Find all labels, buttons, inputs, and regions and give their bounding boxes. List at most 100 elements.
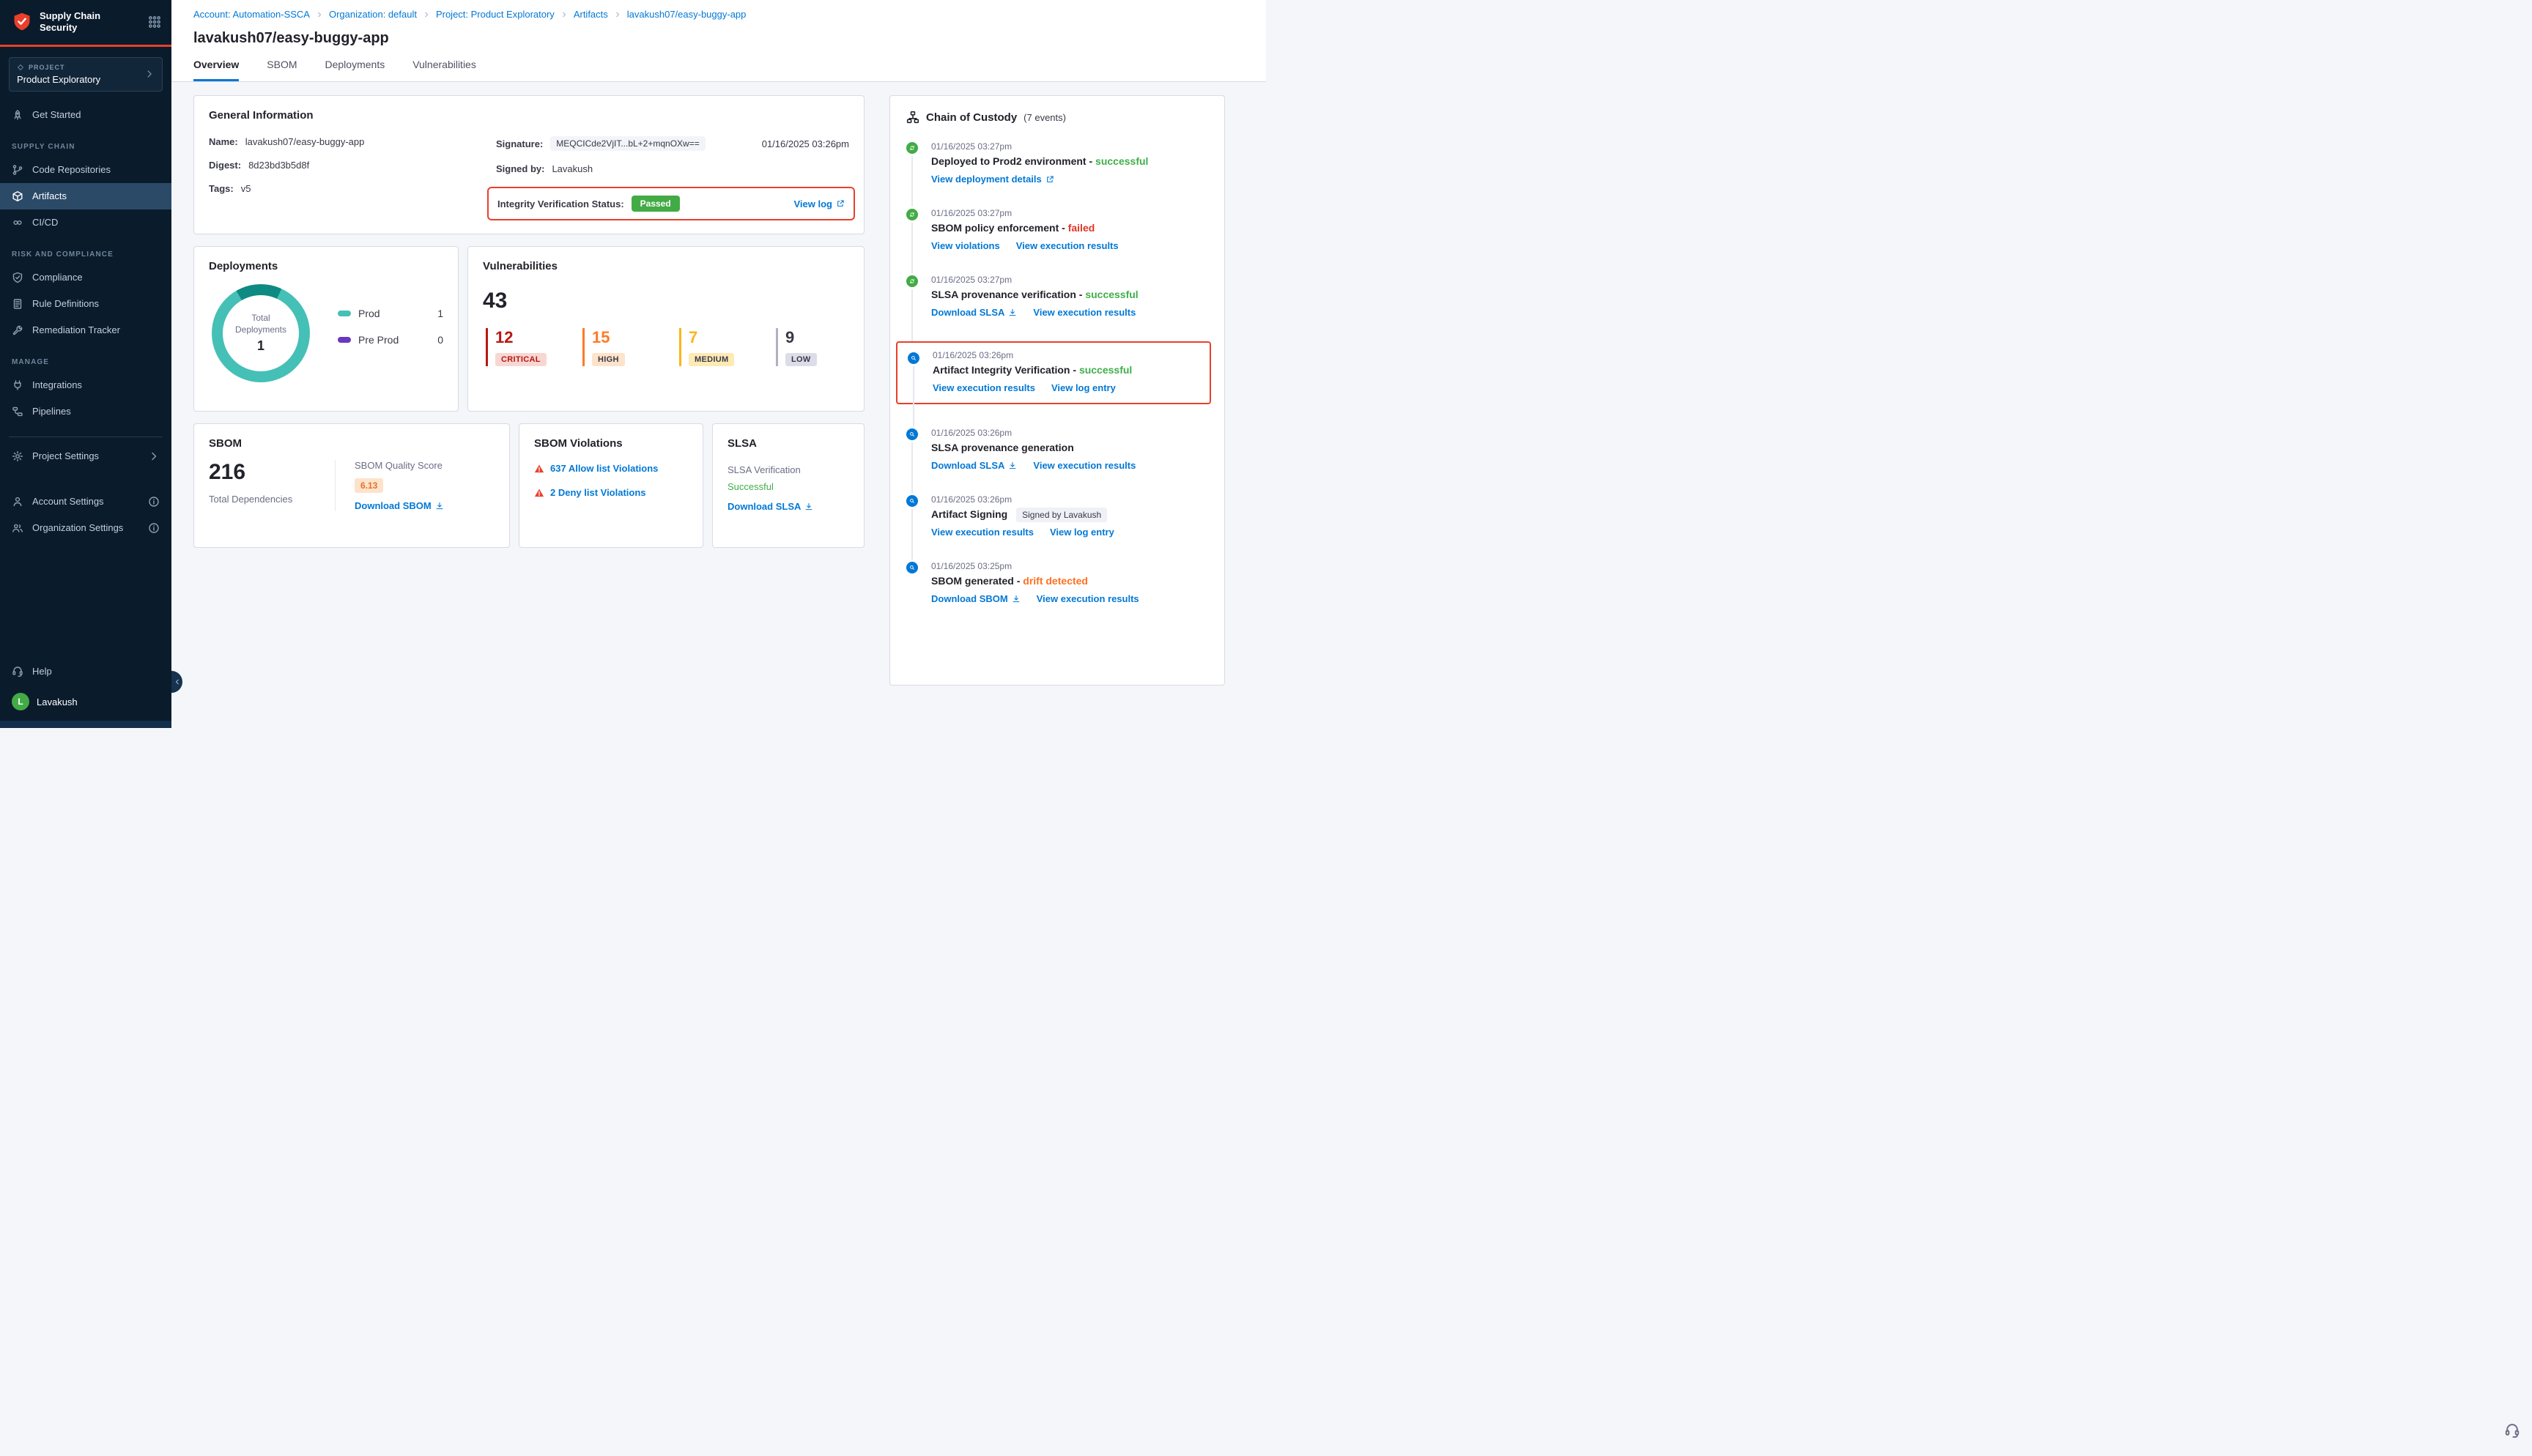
tab-sbom[interactable]: SBOM (267, 59, 297, 81)
download-slsa-link[interactable]: Download SLSA (931, 307, 1017, 318)
custody-event-deployed: 01/16/2025 03:27pm Deployed to Prod2 env… (906, 141, 1208, 185)
event-status: drift detected (1023, 575, 1088, 587)
project-selector[interactable]: PROJECT Product Exploratory (9, 57, 163, 92)
sidebar-item-label: Organization Settings (32, 522, 123, 533)
deployments-card: Deployments Total Deployments 1 (193, 246, 459, 412)
view-execution-results-link[interactable]: View execution results (931, 527, 1034, 538)
breadcrumb-current-link[interactable]: lavakush07/easy-buggy-app (627, 9, 747, 20)
project-icon (17, 64, 24, 71)
breadcrumb-project-link[interactable]: Project: Product Exploratory (436, 9, 555, 20)
event-title: SLSA provenance generation (931, 442, 1074, 453)
info-circle-icon (148, 496, 160, 508)
view-deployment-details-link[interactable]: View deployment details (931, 174, 1054, 185)
sidebar-item-label: Compliance (32, 272, 83, 283)
slsa-verification-label: SLSA Verification (728, 464, 849, 475)
severity-medium: 7 MEDIUM (679, 328, 742, 366)
main-area: Account: Automation-SSCA Organization: d… (171, 0, 1266, 728)
person-icon (12, 496, 23, 508)
download-sbom-link[interactable]: Download SBOM (355, 500, 444, 511)
event-timestamp: 01/16/2025 03:26pm (931, 494, 1208, 505)
signature-value: MEQCICde2VjIT...bL+2+mqnOXw== (550, 136, 705, 151)
download-sbom-link[interactable]: Download SBOM (931, 593, 1021, 604)
download-slsa-link[interactable]: Download SLSA (931, 460, 1017, 471)
view-execution-results-link[interactable]: View execution results (1037, 593, 1139, 604)
section-header-supply-chain: SUPPLY CHAIN (0, 128, 171, 157)
sidebar-item-label: Project Settings (32, 450, 99, 461)
chevron-right-icon (144, 69, 155, 79)
sidebar-item-pipelines[interactable]: Pipelines (0, 398, 171, 425)
tab-overview[interactable]: Overview (193, 59, 239, 81)
project-label: PROJECT (29, 64, 65, 71)
digest-label: Digest: (209, 160, 241, 171)
sidebar-item-account-settings[interactable]: Account Settings (0, 489, 171, 515)
breadcrumb: Account: Automation-SSCA Organization: d… (193, 9, 1244, 20)
total-dependencies-count: 216 (209, 460, 335, 485)
sidebar-item-remediation-tracker[interactable]: Remediation Tracker (0, 317, 171, 343)
app-switcher-icon[interactable] (148, 15, 161, 29)
event-timestamp: 01/16/2025 03:27pm (931, 141, 1208, 152)
sidebar-item-cicd[interactable]: CI/CD (0, 209, 171, 236)
severity-breakdown: 12 CRITICAL 15 HIGH 7 MEDIUM 9 (483, 328, 849, 366)
breadcrumb-artifacts-link[interactable]: Artifacts (574, 9, 608, 20)
infinity-icon (12, 217, 23, 229)
breadcrumb-org-link[interactable]: Organization: default (329, 9, 417, 20)
breadcrumb-account-link[interactable]: Account: Automation-SSCA (193, 9, 310, 20)
view-execution-results-link[interactable]: View execution results (933, 382, 1035, 393)
sbom-violations-card: SBOM Violations 637 Allow list Violation… (519, 423, 703, 548)
sidebar-item-rule-definitions[interactable]: Rule Definitions (0, 291, 171, 317)
view-log-entry-link[interactable]: View log entry (1051, 382, 1116, 393)
card-title: General Information (209, 109, 849, 122)
sidebar-item-compliance[interactable]: Compliance (0, 264, 171, 291)
page-header: Account: Automation-SSCA Organization: d… (171, 0, 1266, 82)
signing-event-icon (906, 495, 918, 507)
low-label: LOW (785, 353, 817, 366)
status-badge-passed: Passed (632, 196, 680, 212)
view-execution-results-link[interactable]: View execution results (1033, 307, 1136, 318)
sidebar-item-artifacts[interactable]: Artifacts (0, 183, 171, 209)
download-icon (1008, 461, 1017, 470)
breadcrumb-separator-icon (614, 11, 621, 18)
artifact-name: lavakush07/easy-buggy-app (245, 136, 365, 147)
custody-event-sbom-generated: 01/16/2025 03:25pm SBOM generated - drif… (906, 561, 1208, 604)
sidebar-item-project-settings[interactable]: Project Settings (0, 443, 171, 469)
custody-event-artifact-signing: 01/16/2025 03:26pm Artifact Signing Sign… (906, 494, 1208, 538)
view-violations-link[interactable]: View violations (931, 240, 1000, 251)
sidebar-item-code-repositories[interactable]: Code Repositories (0, 157, 171, 183)
sidebar-item-label: Code Repositories (32, 164, 111, 175)
sidebar-item-integrations[interactable]: Integrations (0, 372, 171, 398)
breadcrumb-separator-icon (560, 11, 568, 18)
download-slsa-link[interactable]: Download SLSA (728, 501, 813, 512)
deny-list-violations-link[interactable]: 2 Deny list Violations (550, 487, 646, 498)
sidebar-item-help[interactable]: Help (0, 658, 171, 684)
view-execution-results-link[interactable]: View execution results (1016, 240, 1119, 251)
tab-vulnerabilities[interactable]: Vulnerabilities (412, 59, 476, 81)
tab-bar: Overview SBOM Deployments Vulnerabilitie… (193, 59, 1244, 81)
view-execution-results-link[interactable]: View execution results (1033, 460, 1136, 471)
tab-deployments[interactable]: Deployments (325, 59, 385, 81)
sidebar-footer: Help L Lavakush (0, 658, 171, 728)
logo-title-line1: Supply Chain (40, 10, 100, 22)
event-title: SBOM generated (931, 575, 1014, 587)
plug-icon (12, 379, 23, 391)
generation-event-icon (906, 428, 918, 440)
view-log-entry-link[interactable]: View log entry (1050, 527, 1114, 538)
signature-label: Signature: (496, 138, 543, 149)
deployments-legend: Prod 1 Pre Prod 0 (338, 308, 443, 382)
event-timestamp: 01/16/2025 03:25pm (931, 561, 1208, 571)
section-header-risk-and-compliance: RISK AND COMPLIANCE (0, 236, 171, 264)
support-button[interactable] (2504, 1422, 2520, 1441)
user-menu[interactable]: L Lavakush (0, 684, 171, 721)
sidebar-item-organization-settings[interactable]: Organization Settings (0, 515, 171, 541)
legend-item-pre-prod: Pre Prod 0 (338, 334, 443, 346)
view-log-link[interactable]: View log (794, 198, 845, 209)
allow-list-violations-link[interactable]: 637 Allow list Violations (550, 463, 658, 474)
card-title: SBOM Violations (534, 437, 688, 450)
artifact-tags: v5 (241, 183, 251, 194)
sidebar-item-get-started[interactable]: Get Started (0, 102, 171, 128)
custody-event-sbom-policy: 01/16/2025 03:27pm SBOM policy enforceme… (906, 208, 1208, 251)
sidebar-item-label: Pipelines (32, 406, 71, 417)
chain-of-custody-panel: Chain of Custody (7 events) 01/16/2025 0… (889, 95, 1225, 686)
high-count: 15 (592, 328, 645, 347)
external-link-icon (836, 199, 845, 208)
breadcrumb-separator-icon (316, 11, 323, 18)
